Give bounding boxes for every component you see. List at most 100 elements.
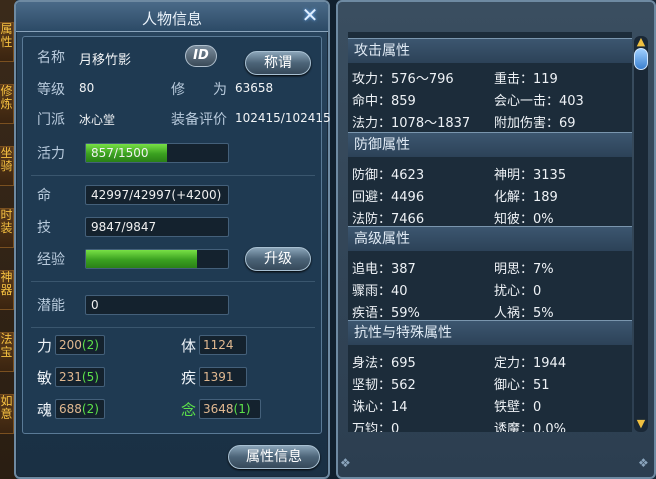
skill-label: 技 — [37, 220, 51, 236]
stat-bonus: (1) — [233, 402, 251, 416]
attr-item: 法力：1078～1837 — [352, 116, 471, 131]
panel-title: 人物信息 — [141, 10, 202, 28]
name-label: 名称 — [37, 50, 65, 66]
stat-key: 力 — [37, 337, 53, 355]
skill-field: 9847/9847 — [85, 217, 229, 237]
close-icon[interactable]: ✕ — [300, 5, 320, 26]
stat-base: 200 — [59, 338, 82, 352]
attr-item: 会心一击：403 — [494, 94, 584, 109]
attr-item: 命中：859 — [352, 94, 416, 109]
side-tab-mount[interactable]: 坐骑 — [0, 146, 14, 186]
attr-item: 防御：4623 — [352, 168, 425, 183]
divider — [31, 281, 315, 282]
attr-item: 定力：1944 — [494, 356, 567, 371]
attr-item: 扰心：0 — [494, 284, 542, 299]
level-value: 80 — [79, 81, 95, 95]
stat-value: 3648(1) — [199, 399, 261, 419]
corner-ornament-icon: ❖ — [638, 456, 649, 470]
scroll-up-icon[interactable]: ▲ — [634, 36, 648, 48]
attr-item: 知彼：0% — [494, 212, 554, 227]
corner-ornament-icon: ❖ — [340, 456, 351, 470]
scrollbar-thumb[interactable] — [634, 48, 648, 70]
attribute-list[interactable]: 攻击属性 攻力：576～796 重击：119 命中：859 会心一击：403 法… — [348, 32, 632, 432]
sect-label: 门派 — [37, 112, 65, 128]
attr-item: 神明：3135 — [494, 168, 567, 183]
stat-bonus: (5) — [81, 370, 99, 384]
stat-value: 688(2) — [55, 399, 105, 419]
title-button[interactable]: 称谓 — [245, 51, 311, 75]
attr-item: 疾语：59% — [352, 306, 420, 321]
stat-base: 3648 — [203, 402, 234, 416]
attr-item: 重击：119 — [494, 72, 558, 87]
side-tab-cultivation[interactable]: 修炼 — [0, 84, 14, 124]
upgrade-button[interactable]: 升级 — [245, 247, 311, 271]
id-button[interactable]: ID — [185, 45, 217, 67]
attr-item: 骤雨：40 — [352, 284, 408, 299]
exp-bar-fill — [86, 250, 197, 268]
potential-field: 0 — [85, 295, 229, 315]
attr-item: 法防：7466 — [352, 212, 425, 227]
attr-item: 明思：7% — [494, 262, 554, 277]
attr-item: 诛心：14 — [352, 400, 408, 415]
stat-key: 敏 — [37, 369, 53, 387]
attr-item: 铁壁：0 — [494, 400, 542, 415]
life-field: 42997/42997(+4200) — [85, 185, 229, 205]
attr-item: 身法：695 — [352, 356, 416, 371]
attr-item: 万钧：0 — [352, 422, 400, 432]
character-info-body: 名称 月移竹影 ID 称谓 等级 80 修 为 63658 门派 冰心堂 装备评… — [22, 36, 331, 434]
section-defense-header: 防御属性 — [348, 132, 632, 158]
attr-item: 人祸：5% — [494, 306, 554, 321]
stat-base: 1124 — [203, 338, 234, 352]
stat-key: 魂 — [37, 401, 53, 419]
title-bar[interactable]: 人物信息 ✕ — [16, 2, 328, 32]
vitality-value: 857/1500 — [91, 146, 149, 160]
attr-item: 攻力：576～796 — [352, 72, 454, 87]
scrollbar-track[interactable] — [634, 36, 648, 432]
stat-value: 1124 — [199, 335, 247, 355]
vitality-label: 活力 — [37, 146, 65, 162]
vitality-bar: 857/1500 — [85, 143, 229, 163]
section-resist-header: 抗性与特殊属性 — [348, 320, 632, 346]
side-tab-artifact[interactable]: 神器 — [0, 270, 14, 310]
stat-key: 念 — [181, 401, 197, 419]
stat-key: 体 — [181, 337, 197, 355]
stat-key: 疾 — [181, 369, 197, 387]
stat-value: 200(2) — [55, 335, 105, 355]
attr-item: 追电：387 — [352, 262, 416, 277]
stat-base: 688 — [59, 402, 82, 416]
side-tab-attributes[interactable]: 属性 — [0, 22, 14, 62]
exp-bar — [85, 249, 229, 269]
stat-value: 231(5) — [55, 367, 105, 387]
scroll-down-icon[interactable]: ▼ — [634, 418, 648, 430]
divider — [31, 175, 315, 176]
equip-rating-value: 102415/102415 — [235, 111, 331, 125]
attr-item: 回避：4496 — [352, 190, 425, 205]
side-tab-treasure[interactable]: 法宝 — [0, 332, 14, 372]
life-label: 命 — [37, 188, 51, 204]
potential-label: 潜能 — [37, 298, 65, 314]
attr-item: 附加伤害：69 — [494, 116, 576, 131]
name-value: 月移竹影 — [79, 53, 132, 68]
exp-label: 经验 — [37, 252, 65, 268]
attribute-info-button[interactable]: 属性信息 — [228, 445, 320, 469]
attr-item: 诱魔：0.0% — [494, 422, 567, 432]
character-info-panel: 人物信息 ✕ 名称 月移竹影 ID 称谓 等级 80 修 为 63658 门派 … — [14, 0, 331, 479]
stat-bonus: (2) — [81, 338, 99, 352]
attr-item: 坚韧：562 — [352, 378, 416, 393]
level-label: 等级 — [37, 82, 65, 98]
sect-value: 冰心堂 — [79, 113, 116, 127]
stat-bonus: (2) — [81, 402, 99, 416]
section-advanced-header: 高级属性 — [348, 226, 632, 252]
stat-base: 231 — [59, 370, 82, 384]
attr-item: 御心：51 — [494, 378, 550, 393]
equip-rating-label: 装备评价 — [171, 112, 227, 128]
divider — [31, 327, 315, 328]
side-tab-ruyi[interactable]: 如意 — [0, 394, 14, 434]
stat-base: 1391 — [203, 370, 234, 384]
attr-item: 化解：189 — [494, 190, 558, 205]
cultivation-value: 63658 — [235, 81, 274, 95]
attribute-detail-panel: 攻击属性 攻力：576～796 重击：119 命中：859 会心一击：403 法… — [336, 0, 656, 479]
side-tab-fashion[interactable]: 时装 — [0, 208, 14, 248]
stat-value: 1391 — [199, 367, 247, 387]
cultivation-label: 修 为 — [171, 82, 227, 98]
